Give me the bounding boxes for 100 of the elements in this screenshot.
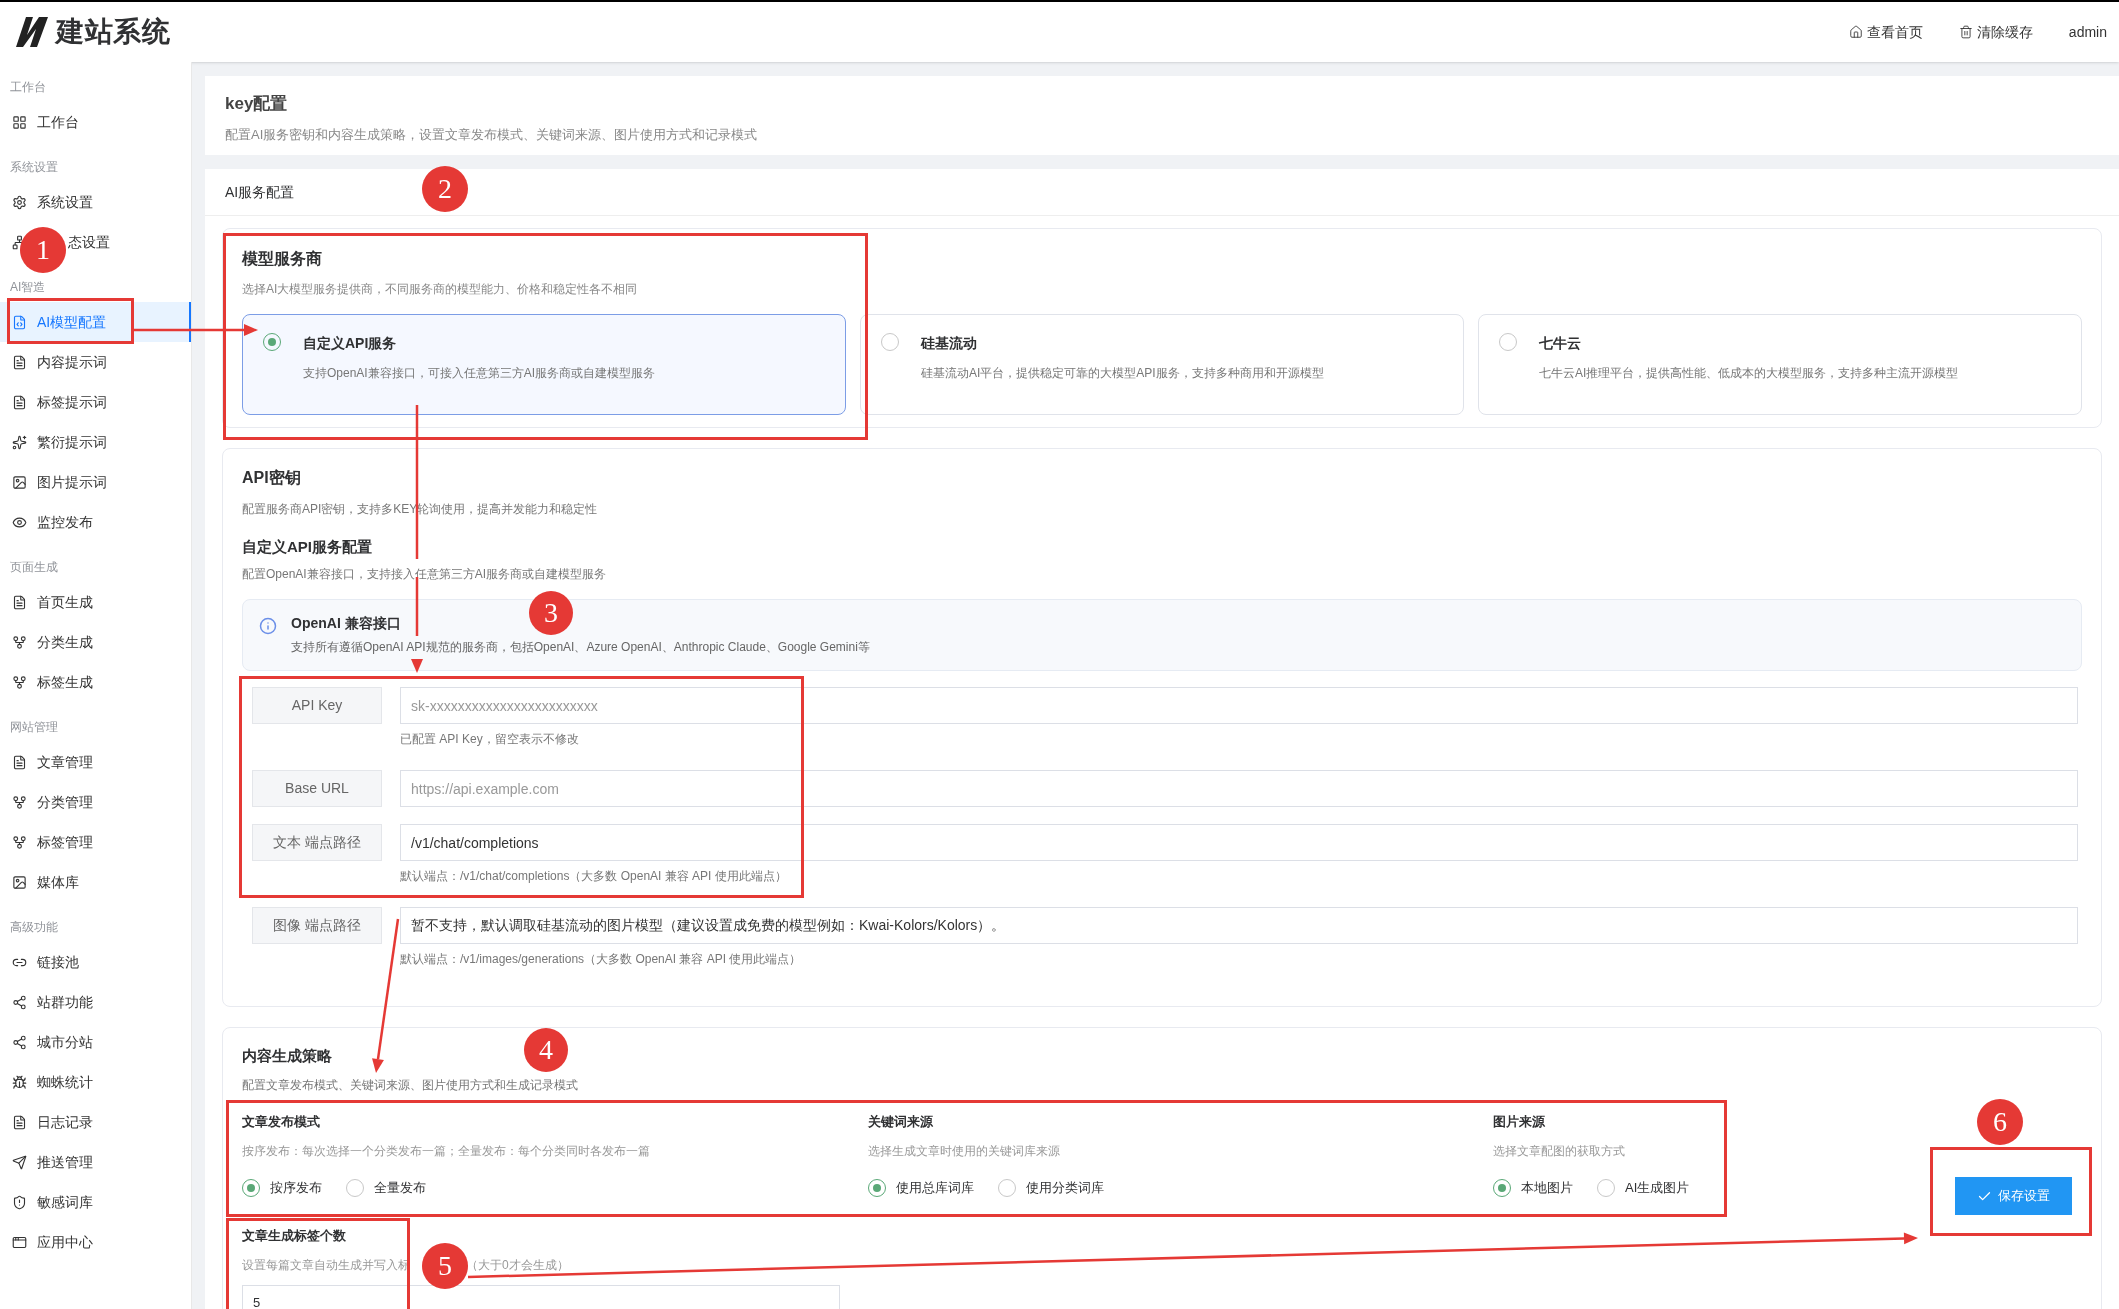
provider-name: 七牛云	[1539, 334, 1581, 353]
sidebar-item[interactable]: 敏感词库	[0, 1182, 191, 1222]
grid-icon	[12, 114, 27, 130]
document-icon	[12, 354, 27, 370]
document-icon	[12, 594, 27, 610]
option-group-title: 图片来源	[1493, 1115, 1545, 1129]
field-label: API Key	[252, 687, 382, 724]
user-name[interactable]: admin	[2068, 21, 2107, 43]
sidebar-item[interactable]: 系统设置	[0, 182, 191, 222]
notice-title: OpenAI 兼容接口	[291, 615, 401, 631]
page-title: key配置	[225, 94, 289, 114]
option-group-title: 文章发布模式	[242, 1115, 320, 1129]
home-icon	[1848, 25, 1863, 39]
provider-description: 支持OpenAI兼容接口，可接入任意第三方AI服务商或自建模型服务	[303, 365, 656, 382]
document-icon	[12, 394, 27, 410]
option-group-title: 文章生成标签个数	[242, 1228, 346, 1243]
sidebar-group-title: 网站管理	[10, 719, 58, 736]
sidebar-item[interactable]: 内容提示词	[0, 342, 191, 382]
sidebar-item[interactable]: 工作台	[0, 102, 191, 142]
sidebar-item[interactable]: 分类管理	[0, 782, 191, 822]
sidebar-item[interactable]: 日志记录	[0, 1102, 191, 1142]
provider-option[interactable]: 七牛云 七牛云AI推理平台，提供高性能、低成本的大模型服务，支持多种主流开源模型	[1478, 314, 2082, 415]
document-icon	[12, 1114, 27, 1130]
sidebar-item[interactable]: 标签管理	[0, 822, 191, 862]
share-icon	[12, 994, 27, 1010]
radio-label: 使用分类词库	[1026, 1179, 1104, 1197]
section-title: API密钥	[242, 468, 302, 488]
send-icon	[12, 1154, 27, 1170]
option-group-description: （大于0才会生成）	[466, 1257, 569, 1272]
sidebar-item[interactable]: 应用中心	[0, 1222, 191, 1262]
sidebar-group-title: 高级功能	[10, 919, 58, 936]
branch-icon	[12, 674, 27, 690]
field-label: 图像 端点路径	[252, 907, 382, 944]
sidebar-item[interactable]: 标签生成	[0, 662, 191, 702]
sidebar-item[interactable]: 媒体库	[0, 862, 191, 902]
section-description: 配置文章发布模式、关键词来源、图片使用方式和生成记录模式	[242, 1078, 579, 1092]
radio-label: 按序发布	[270, 1179, 322, 1197]
field-label: 文本 端点路径	[252, 824, 382, 861]
radio-label: 全量发布	[374, 1179, 426, 1197]
section-title: 内容生成策略	[242, 1048, 332, 1064]
provider-option[interactable]: 自定义API服务 支持OpenAI兼容接口，可接入任意第三方AI服务商或自建模型服务	[242, 314, 846, 415]
document-icon	[12, 754, 27, 770]
sidebar-item[interactable]: 图片提示词	[0, 462, 191, 502]
sidebar-item[interactable]: 监控发布	[0, 502, 191, 542]
text-field[interactable]: https://api.example.com	[400, 770, 2078, 807]
field-hint: 默认端点：/v1/chat/completions（大多数 OpenAI 兼容 API 使用此端点）	[400, 868, 787, 883]
provider-name: 硅基流动	[921, 334, 977, 353]
trash-icon	[1958, 25, 1973, 39]
sidebar-item[interactable]: 站群功能	[0, 982, 191, 1022]
page-description: 配置AI服务密钥和内容生成策略，设置文章发布模式、关键词来源、图片使用方式和记录模式	[225, 128, 759, 142]
sidebar-group-title: 页面生成	[10, 559, 58, 576]
bug-icon	[12, 1074, 27, 1090]
sidebar-item[interactable]: 态设置	[68, 231, 110, 253]
sidebar-group-title: AI智造	[10, 279, 46, 296]
sidebar-item[interactable]: 蜘蛛统计	[0, 1062, 191, 1102]
branch-icon	[12, 634, 27, 650]
gear-icon	[12, 194, 27, 210]
shield-icon	[12, 1194, 27, 1210]
notice-text: 支持所有遵循OpenAI API规范的服务商，包括OpenAI、Azure OpenAI、Anthropic Claude、Google Gemini等	[291, 640, 870, 654]
code-file-icon	[12, 314, 27, 330]
field-hint: 默认端点：/v1/images/generations（大多数 OpenAI 兼容 API 使用此端点）	[400, 951, 802, 966]
sidebar-group-title: 系统设置	[10, 159, 58, 176]
provider-option[interactable]: 硅基流动 硅基流动AI平台，提供稳定可靠的大模型API服务，支持多种商用和开源模型	[860, 314, 1464, 415]
text-field[interactable]: 暂不支持，默认调取硅基流动的图片模型（建议设置成免费的模型例如：Kwai-Kolors/Kolors）。	[400, 907, 2078, 944]
clear-cache-link[interactable]: 清除缓存	[1958, 21, 2033, 43]
section-description: 选择AI大模型服务提供商，不同服务商的模型能力、价格和稳定性各不相同	[242, 282, 639, 296]
sidebar-group-title: 工作台	[10, 79, 46, 96]
option-group-description: 选择生成文章时使用的关键词库来源	[868, 1144, 1060, 1158]
sidebar-item[interactable]: 繁衍提示词	[0, 422, 191, 462]
section-title: 模型服务商	[242, 249, 323, 269]
sidebar-item[interactable]: 分类生成	[0, 622, 191, 662]
field-hint: 已配置 API Key，留空表示不修改	[400, 731, 579, 746]
subsection-title: 自定义API服务配置	[242, 538, 373, 556]
branch-icon	[12, 794, 27, 810]
image-icon	[12, 874, 27, 890]
provider-name: 自定义API服务	[303, 334, 397, 353]
radio-label: 使用总库词库	[896, 1179, 974, 1197]
field-label: Base URL	[252, 770, 382, 807]
view-home-link[interactable]: 查看首页	[1848, 21, 1923, 43]
option-group-title: 关键词来源	[868, 1115, 933, 1129]
image-icon	[12, 474, 27, 490]
option-group-description: 按序发布：每次选择一个分类发布一篇；全量发布：每个分类同时各发布一篇	[242, 1144, 650, 1158]
sidebar-item[interactable]: 首页生成	[0, 582, 191, 622]
sidebar-item[interactable]: 链接池	[0, 942, 191, 982]
text-field[interactable]: sk-xxxxxxxxxxxxxxxxxxxxxxxx	[400, 687, 2078, 724]
sidebar-item[interactable]: 文章管理	[0, 742, 191, 782]
share-icon	[12, 1034, 27, 1050]
text-field[interactable]: /v1/chat/completions	[400, 824, 2078, 861]
sidebar-item[interactable]: 推送管理	[0, 1142, 191, 1182]
radio-label: AI生成图片	[1625, 1179, 1690, 1197]
radio-label: 本地图片	[1521, 1179, 1573, 1197]
provider-description: 七牛云AI推理平台，提供高性能、低成本的大模型服务，支持多种主流开源模型	[1539, 365, 1959, 382]
card-title: AI服务配置	[225, 182, 295, 202]
logo-text: 建站系统	[56, 15, 171, 49]
sidebar-item[interactable]: AI模型配置	[0, 302, 191, 342]
sidebar-item[interactable]: 城市分站	[0, 1022, 191, 1062]
sparkle-icon	[12, 434, 27, 450]
window-icon	[12, 1234, 27, 1250]
sidebar-item[interactable]: 标签提示词	[0, 382, 191, 422]
branch-icon	[12, 834, 27, 850]
